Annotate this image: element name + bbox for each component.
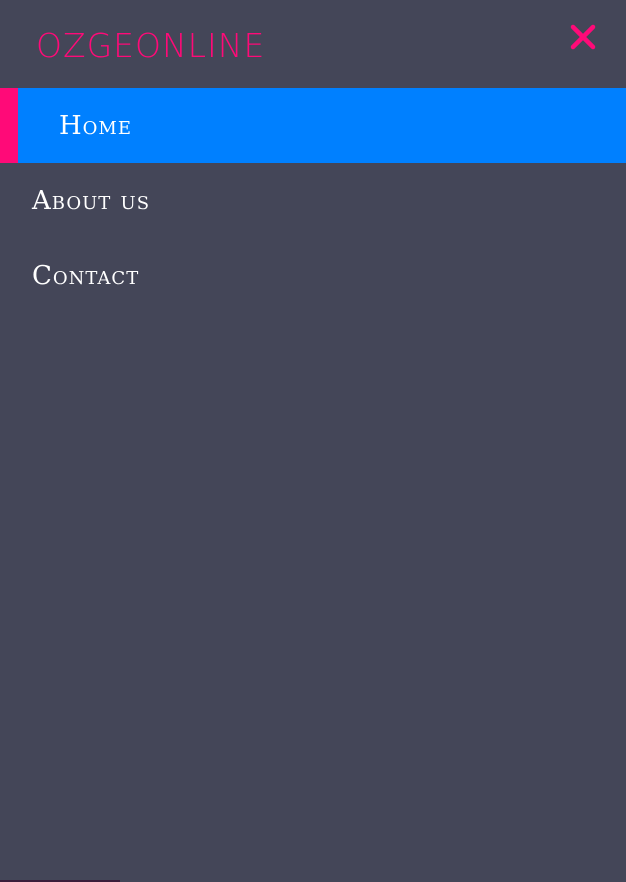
close-menu-button[interactable] bbox=[568, 22, 598, 52]
brand-logo[interactable]: OZGEONLINE bbox=[36, 26, 265, 66]
nav-item-about-us[interactable]: About us bbox=[0, 163, 626, 238]
nav-item-label: Contact bbox=[32, 260, 140, 291]
active-indicator bbox=[0, 88, 18, 163]
nav-item-home[interactable]: Home bbox=[0, 88, 626, 163]
main-navigation: Home About us Contact bbox=[0, 88, 626, 313]
menu-header: OZGEONLINE bbox=[0, 0, 626, 88]
nav-item-contact[interactable]: Contact bbox=[0, 238, 626, 313]
nav-item-label: Home bbox=[59, 110, 133, 141]
close-icon bbox=[570, 24, 596, 50]
nav-item-label: About us bbox=[32, 185, 151, 216]
brand-logo-text: OZGEONLINE bbox=[36, 26, 266, 65]
mobile-menu-panel: OZGEONLINE Home About us Contact bbox=[0, 0, 626, 882]
